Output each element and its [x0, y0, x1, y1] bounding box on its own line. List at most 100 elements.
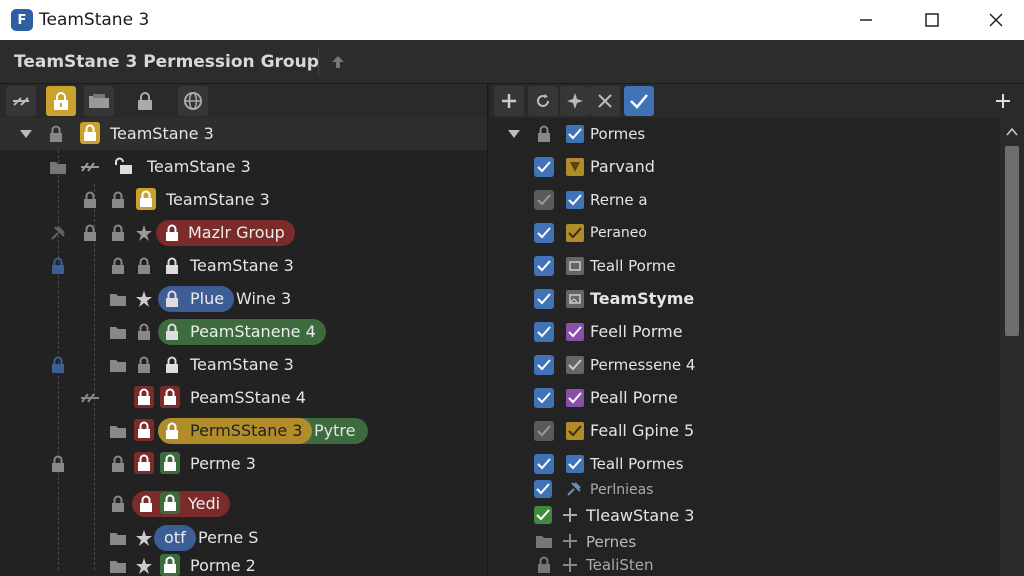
tree-row[interactable]: TeamStane 3 — [0, 250, 487, 282]
permission-row[interactable]: Teall Porme — [490, 250, 1024, 282]
tree-row[interactable]: TeamStane 3 — [0, 118, 487, 150]
lock-icon — [54, 92, 68, 110]
checkbox[interactable] — [534, 289, 554, 309]
star-icon — [134, 555, 154, 576]
scrollbar[interactable] — [1000, 118, 1024, 576]
scroll-up-button[interactable] — [1000, 122, 1024, 142]
lock-icon — [108, 222, 128, 244]
group-badge-label: Yedi — [188, 494, 221, 513]
checkbox[interactable] — [534, 190, 554, 210]
group-badge[interactable]: otf — [154, 525, 196, 551]
check-all-button[interactable] — [624, 86, 654, 116]
tree-row[interactable]: Perme 3 — [0, 448, 487, 480]
pin-icon — [567, 93, 583, 109]
folder-icon — [48, 156, 68, 178]
tree-item-label: TeamStane 3 — [166, 190, 270, 209]
tree-row[interactable]: Porme 2 — [0, 550, 487, 576]
permission-row[interactable]: Peraneo — [490, 217, 1024, 249]
lock-filter-button[interactable] — [46, 86, 76, 116]
tree-row[interactable]: PeamStanene 4 — [0, 316, 487, 348]
lock-icon — [162, 222, 182, 244]
permission-row[interactable]: Feell Porme — [490, 316, 1024, 348]
add-permission-button[interactable] — [988, 86, 1018, 116]
checkbox[interactable] — [534, 480, 552, 498]
lock-icon — [108, 189, 128, 211]
star-icon — [134, 527, 154, 549]
permission-row[interactable]: Peall Porne — [490, 382, 1024, 414]
chevron-down-icon[interactable] — [504, 123, 524, 145]
checkbox[interactable] — [534, 256, 554, 276]
lock-icon — [534, 554, 554, 576]
permission-label: TleawStane 3 — [586, 506, 695, 525]
tree-item-label: TeamStane 3 — [110, 124, 214, 143]
navigate-up-button[interactable] — [326, 50, 350, 74]
tree-row[interactable]: PermSStane 3 Pytre — [0, 415, 487, 447]
group-badge[interactable]: PeamStanene 4 — [158, 319, 326, 345]
checkbox[interactable] — [534, 454, 554, 474]
window-title: TeamStane 3 — [39, 10, 150, 30]
add-button[interactable] — [494, 86, 524, 116]
permission-row[interactable]: TealiSten — [490, 554, 1024, 576]
minimize-button[interactable] — [834, 0, 898, 40]
group-tree-panel: TeamStane 3 TeamStane 3 TeamStane 3 Mazl… — [0, 84, 488, 576]
tree-item-suffix: Wine 3 — [236, 289, 292, 308]
permission-row[interactable]: Parvand — [490, 151, 1024, 183]
permission-row[interactable]: Feall Gpine 5 — [490, 415, 1024, 447]
tree-row[interactable]: PeamSStane 4 — [0, 382, 487, 414]
folder-icon — [108, 354, 128, 376]
tree-row[interactable]: Plue Wine 3 — [0, 283, 487, 315]
chevron-up-icon — [1006, 128, 1018, 136]
checkbox[interactable] — [534, 157, 554, 177]
lock-icon — [134, 386, 154, 408]
close-icon — [598, 94, 612, 108]
folder-button[interactable] — [84, 86, 114, 116]
globe-icon — [184, 92, 202, 110]
lock-icon — [138, 92, 152, 110]
permission-row[interactable]: TeamStyme — [490, 283, 1024, 315]
lock-icon — [136, 188, 156, 210]
remove-button[interactable] — [590, 86, 620, 116]
checkbox[interactable] — [566, 356, 584, 374]
unlink-button[interactable] — [6, 86, 36, 116]
star-icon — [134, 222, 154, 244]
permission-row[interactable]: Pormes — [490, 118, 1024, 150]
lock-all-button[interactable] — [130, 86, 160, 116]
checkbox[interactable] — [566, 422, 584, 440]
checkbox[interactable] — [566, 455, 584, 473]
close-button[interactable] — [964, 0, 1024, 40]
tree-row[interactable]: TeamStane 3 — [0, 349, 487, 381]
checkbox[interactable] — [534, 506, 552, 524]
checkbox[interactable] — [534, 388, 554, 408]
tree-row[interactable]: TeamStane 3 — [0, 184, 487, 216]
chevron-down-icon[interactable] — [16, 123, 36, 145]
permission-row[interactable]: Permessene 4 — [490, 349, 1024, 381]
checkbox[interactable] — [534, 421, 554, 441]
scrollbar-thumb[interactable] — [1005, 146, 1019, 336]
checkbox[interactable] — [566, 323, 584, 341]
lock-icon — [48, 255, 68, 277]
checkbox[interactable] — [566, 191, 584, 209]
lock-icon — [160, 492, 180, 514]
permission-label: TealiSten — [586, 556, 654, 574]
pin-icon — [564, 478, 584, 500]
checkbox[interactable] — [534, 223, 554, 243]
checkbox[interactable] — [534, 322, 554, 342]
group-badge-label: otf — [164, 528, 186, 547]
lock-icon — [162, 321, 182, 343]
refresh-button[interactable] — [528, 86, 558, 116]
lock-icon — [160, 386, 180, 408]
checkbox[interactable] — [566, 125, 584, 143]
pin-button[interactable] — [560, 86, 590, 116]
globe-button[interactable] — [178, 86, 208, 116]
checkbox[interactable] — [534, 355, 554, 375]
permission-row[interactable]: Rerne a — [490, 184, 1024, 216]
tree-row[interactable]: TeamStane 3 — [0, 151, 487, 183]
checkbox[interactable] — [566, 389, 584, 407]
checkbox[interactable] — [566, 224, 584, 242]
group-badge-label: PermSStane 3 — [190, 421, 303, 440]
folder-icon — [108, 321, 128, 343]
refresh-icon — [537, 94, 549, 107]
maximize-button[interactable] — [900, 0, 964, 40]
tree-row[interactable]: Mazlr Group — [0, 217, 487, 249]
tree-row[interactable]: Yedi — [0, 488, 487, 520]
